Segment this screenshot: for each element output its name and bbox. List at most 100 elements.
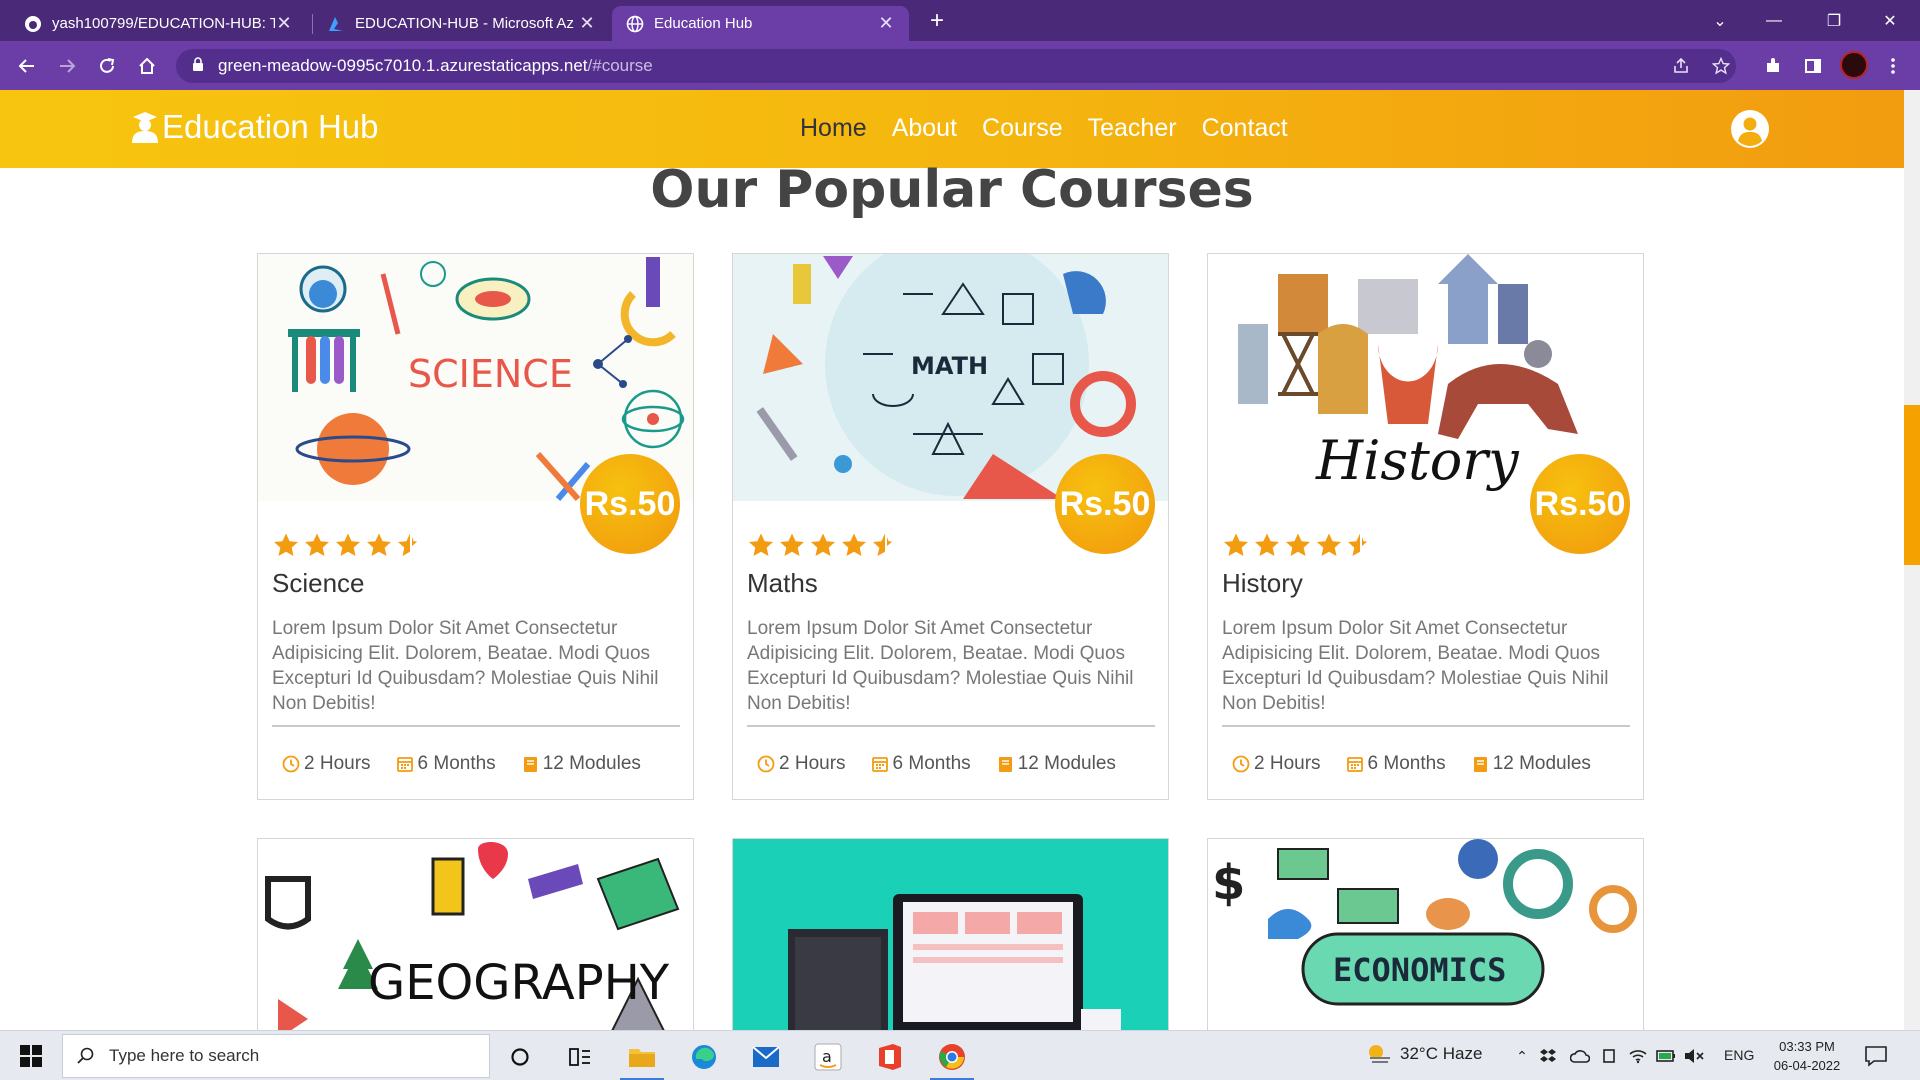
meta-modules: 12 Modules <box>996 753 1116 775</box>
close-icon[interactable]: ✕ <box>275 13 293 34</box>
divider <box>1222 725 1630 727</box>
browser-tab-education-hub[interactable]: Education Hub ✕ <box>612 6 909 41</box>
course-title[interactable]: Maths <box>747 568 818 599</box>
wifi-icon[interactable] <box>1628 1046 1648 1066</box>
course-card-web-development[interactable] <box>732 838 1169 1030</box>
clock-icon <box>757 755 775 773</box>
amazon-icon[interactable]: a <box>810 1039 846 1075</box>
onedrive-icon[interactable] <box>1570 1046 1590 1066</box>
image-label: SCIENCE <box>408 352 573 396</box>
weather-text: 32°C Haze <box>1400 1044 1483 1063</box>
azure-icon <box>327 15 345 33</box>
input-language[interactable]: ENG <box>1724 1047 1754 1063</box>
meta-modules-text: 12 Modules <box>542 753 641 774</box>
calendar-icon <box>1346 757 1363 772</box>
site-logo[interactable]: Education Hub <box>130 108 378 146</box>
reload-icon <box>100 58 115 73</box>
file-explorer-icon[interactable] <box>624 1039 660 1075</box>
course-description: Lorem Ipsum Dolor Sit Amet Consectetur A… <box>1222 618 1609 714</box>
course-card-maths[interactable]: MATH Rs.50 Maths Lorem Ipsum Dolor Sit A… <box>732 253 1169 800</box>
new-tab-button[interactable]: + <box>922 6 952 36</box>
nav-contact[interactable]: Contact <box>1202 114 1288 143</box>
nav-teacher[interactable]: Teacher <box>1088 114 1177 143</box>
star-icon <box>274 533 298 556</box>
nav-course[interactable]: Course <box>982 114 1063 143</box>
cortana-icon[interactable] <box>502 1039 538 1075</box>
dropbox-icon[interactable] <box>1538 1046 1558 1066</box>
windows-start-button[interactable] <box>10 1039 52 1073</box>
battery-icon[interactable] <box>1656 1046 1676 1066</box>
edge-icon[interactable] <box>686 1039 722 1075</box>
office-icon[interactable] <box>872 1039 908 1075</box>
arrow-left-icon <box>18 59 34 73</box>
star-icon <box>1224 533 1248 556</box>
chevron-up-icon[interactable]: ⌃ <box>1512 1046 1532 1066</box>
share-icon[interactable] <box>1664 49 1698 83</box>
back-button[interactable] <box>10 49 44 83</box>
star-icon <box>749 533 773 556</box>
extensions-icon[interactable] <box>1756 49 1790 83</box>
price-badge: Rs.50 <box>1530 454 1630 554</box>
notification-icon[interactable] <box>1864 1045 1888 1067</box>
close-icon[interactable]: ✕ <box>578 13 596 34</box>
course-title[interactable]: History <box>1222 568 1303 599</box>
minimize-button[interactable]: — <box>1746 0 1802 41</box>
nav-about[interactable]: About <box>892 114 957 143</box>
course-meta: 2 Hours 6 Months 12 Modules <box>1232 753 1616 775</box>
home-button[interactable] <box>130 49 164 83</box>
taskbar-search-input[interactable]: Type here to search <box>62 1034 490 1078</box>
window-close-button[interactable]: ✕ <box>1862 0 1918 41</box>
meta-modules: 12 Modules <box>1471 753 1591 775</box>
bookmark-star-icon[interactable] <box>1704 49 1738 83</box>
star-rating <box>272 532 427 558</box>
main-nav: Home About Course Teacher Contact <box>800 114 1313 143</box>
svg-text:a: a <box>822 1047 832 1066</box>
course-card-economics[interactable]: $ ECONOMICS <box>1207 838 1644 1030</box>
address-bar[interactable]: green-meadow-0995c7010.1.azurestaticapps… <box>176 49 1736 83</box>
browser-tab-github[interactable]: yash100799/EDUCATION-HUB: T ✕ <box>10 6 307 41</box>
github-icon <box>24 15 42 33</box>
user-circle-icon[interactable] <box>1730 109 1770 149</box>
nav-home[interactable]: Home <box>800 114 867 143</box>
chevron-down-icon[interactable]: ⌄ <box>1692 0 1748 41</box>
star-half-icon <box>398 533 417 556</box>
meta-hours: 2 Hours <box>757 753 846 775</box>
arrow-right-icon <box>60 59 76 73</box>
course-card-history[interactable]: History Rs.50 History Lorem Ipsum Dolor … <box>1207 253 1644 800</box>
clock-date: 06-04-2022 <box>1773 1058 1841 1073</box>
image-label: History <box>1315 429 1520 492</box>
calendar-icon <box>396 757 413 772</box>
side-panel-icon[interactable] <box>1796 49 1830 83</box>
book-icon <box>523 757 537 772</box>
course-card-geography[interactable]: GEOGRAPHY <box>257 838 694 1030</box>
weather-widget[interactable]: 32°C Haze <box>1366 1043 1482 1065</box>
course-meta: 2 Hours 6 Months 12 Modules <box>282 753 666 775</box>
course-card-science[interactable]: SCIENCE Rs.50 Science Lorem Ipsum Dolor … <box>257 253 694 800</box>
system-clock[interactable]: 03:33 PM 06-04-2022 <box>1762 1037 1852 1075</box>
browser-tab-azure[interactable]: EDUCATION-HUB - Microsoft Az ✕ <box>313 6 610 41</box>
restore-button[interactable]: ❐ <box>1806 0 1862 41</box>
star-icon <box>305 533 329 556</box>
task-view-icon[interactable] <box>562 1039 598 1075</box>
chrome-icon[interactable] <box>934 1039 970 1075</box>
course-title[interactable]: Science <box>272 568 365 599</box>
mail-icon[interactable] <box>748 1039 784 1075</box>
home-icon <box>139 57 155 74</box>
course-description: Lorem Ipsum Dolor Sit Amet Consectetur A… <box>272 618 659 714</box>
star-rating <box>1222 532 1377 558</box>
meta-hours: 2 Hours <box>282 753 371 775</box>
reload-button[interactable] <box>90 49 124 83</box>
device-icon[interactable] <box>1600 1046 1620 1066</box>
more-menu-icon[interactable] <box>1876 49 1910 83</box>
profile-avatar[interactable] <box>1840 51 1868 79</box>
star-icon <box>367 533 391 556</box>
forward-button[interactable] <box>50 49 84 83</box>
search-placeholder: Type here to search <box>109 1046 260 1065</box>
scrollbar-thumb[interactable] <box>1904 405 1920 565</box>
course-meta: 2 Hours 6 Months 12 Modules <box>757 753 1141 775</box>
dollar-sign-icon: $ <box>1212 855 1245 911</box>
price-badge: Rs.50 <box>580 454 680 554</box>
close-icon[interactable]: ✕ <box>877 13 895 34</box>
volume-muted-icon[interactable] <box>1684 1046 1704 1066</box>
windows-taskbar: Type here to search a 32°C Haze ⌃ ENG 03… <box>0 1030 1920 1080</box>
